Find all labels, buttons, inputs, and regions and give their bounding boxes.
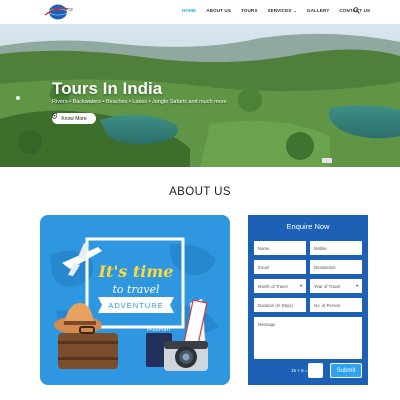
name-field[interactable]: Name xyxy=(254,241,306,255)
duration-field[interactable]: Duration (In Days) xyxy=(254,298,306,312)
hero-banner: Tours In India Rivers • Backwaters • Bea… xyxy=(0,24,400,167)
site-header: HOME ABOUT US TOURS SERVICES ⌄ GALLERY CO… xyxy=(0,0,400,24)
hero-subtitle: Rivers • Backwaters • Beaches • Lakes • … xyxy=(52,99,227,105)
email-placeholder: Email xyxy=(258,264,269,270)
chevron-down-icon: ⌄ xyxy=(293,8,297,13)
search-icon[interactable] xyxy=(353,7,360,14)
promo-subline: to travel xyxy=(112,283,160,296)
submit-button[interactable]: Submit xyxy=(330,363,362,378)
message-field[interactable]: Message xyxy=(254,317,362,359)
hero-title: Tours In India xyxy=(52,79,163,98)
camera-icon xyxy=(164,341,208,371)
main-nav: HOME ABOUT US TOURS SERVICES ⌄ GALLERY CO… xyxy=(182,8,370,13)
know-more-label: Know More xyxy=(61,115,87,122)
email-field[interactable]: Email xyxy=(254,260,306,274)
message-placeholder: Message xyxy=(258,322,276,327)
slider-dot[interactable] xyxy=(16,96,20,100)
destination-placeholder: Destination xyxy=(314,264,336,270)
mobile-field[interactable]: Mobile xyxy=(310,241,362,255)
persons-placeholder: No. of Person xyxy=(314,302,341,308)
promo-headline: It's time xyxy=(98,262,174,281)
nav-gallery[interactable]: GALLERY xyxy=(307,8,329,13)
form-title: Enquire Now xyxy=(286,222,330,231)
chevron-down-icon: ▼ xyxy=(299,284,303,288)
name-placeholder: Name xyxy=(258,245,270,251)
promo-ribbon: ADVENTURE xyxy=(108,301,163,310)
month-value: Month of Travel xyxy=(258,283,288,289)
persons-field[interactable]: No. of Person xyxy=(310,298,362,312)
nav-about[interactable]: ABOUT US xyxy=(206,8,231,13)
nav-tours[interactable]: TOURS xyxy=(241,8,258,13)
passport-label: PASSPORT xyxy=(147,327,171,332)
enquiry-form: Enquire Now Name Mobile Email Destinatio… xyxy=(248,215,368,385)
mobile-placeholder: Mobile xyxy=(314,245,327,251)
map-pin-icon xyxy=(52,113,57,119)
year-select[interactable]: Year of Travel ▼ xyxy=(310,279,362,293)
about-title: ABOUT US xyxy=(169,186,231,198)
captcha-input[interactable] xyxy=(308,363,323,378)
destination-field[interactable]: Destination xyxy=(310,260,362,274)
chevron-down-icon: ▼ xyxy=(355,284,359,288)
year-value: Year of Travel xyxy=(314,283,341,289)
captcha-question: 15 + 6 = xyxy=(291,368,308,373)
know-more-button[interactable]: Know More xyxy=(52,113,96,124)
nav-services[interactable]: SERVICES ⌄ xyxy=(267,8,296,13)
travel-illustration: PASSPORT It's time to travel ADVENTURE xyxy=(50,237,218,371)
globe-airplane-logo[interactable] xyxy=(40,3,76,21)
duration-placeholder: Duration (In Days) xyxy=(258,302,293,308)
travel-promo-image: PASSPORT It's time to travel ADVENTURE xyxy=(40,215,230,385)
nav-home[interactable]: HOME xyxy=(182,8,196,13)
nav-services-label: SERVICES xyxy=(267,8,292,13)
month-select[interactable]: Month of Travel ▼ xyxy=(254,279,306,293)
